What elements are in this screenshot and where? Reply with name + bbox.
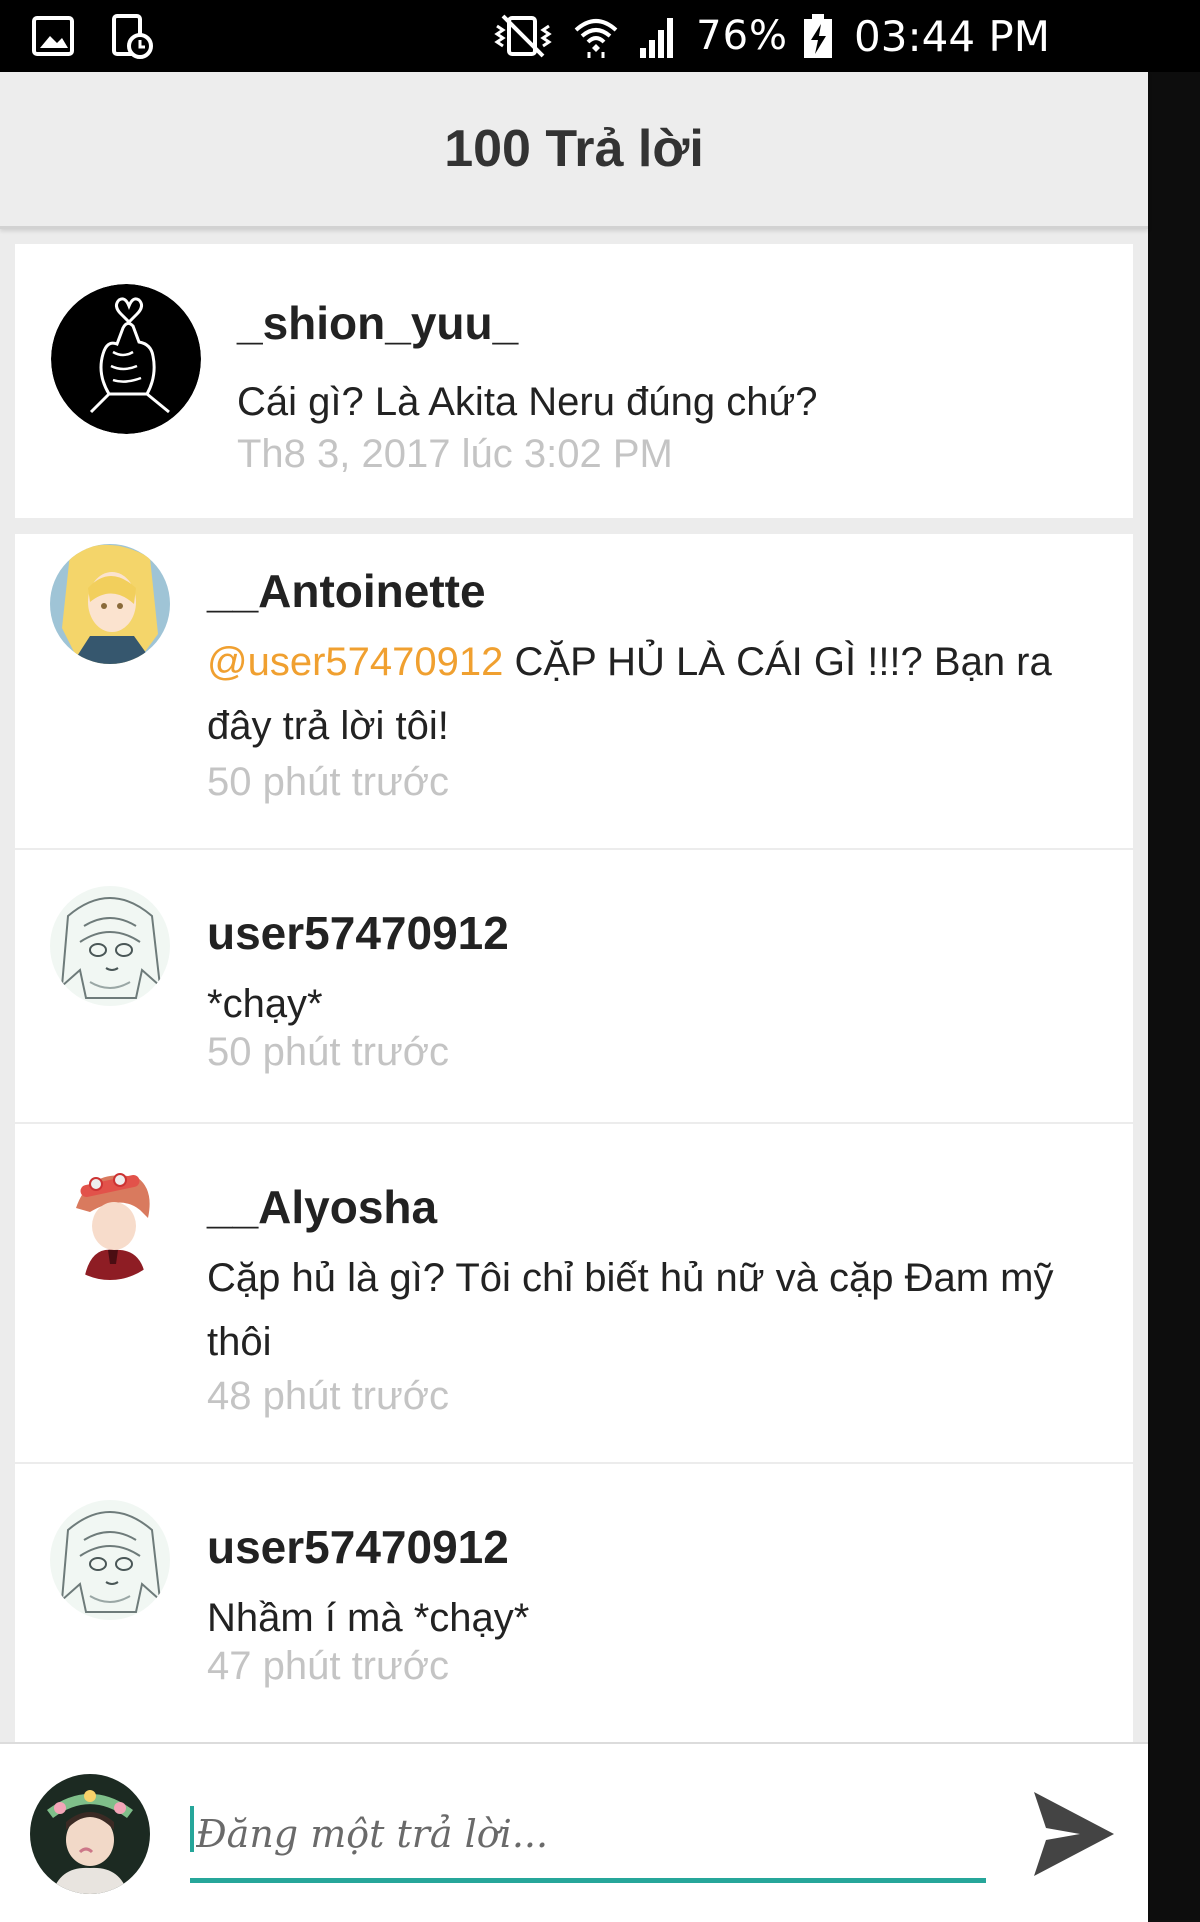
reply-text: Cặp hủ là gì? Tôi chỉ biết hủ nữ và cặp …	[207, 1256, 1054, 1364]
replies-screen: 100 Trả lời _shion_yuu_ Cái gì? Là Akita…	[0, 72, 1148, 1922]
username[interactable]: __Antoinette	[207, 564, 486, 618]
screenshot-clock-icon	[112, 14, 153, 59]
text-cursor	[190, 1806, 194, 1852]
reply-list: __Antoinette @user57470912 CẶP HỦ LÀ CÁI…	[15, 534, 1133, 1812]
vibrate-mute-icon	[494, 14, 552, 58]
username[interactable]: user57470912	[207, 1520, 509, 1574]
battery-percent: 76%	[696, 13, 789, 59]
post-text: Cái gì? Là Akita Neru đúng chứ?	[237, 380, 818, 424]
reply-input[interactable]	[196, 1792, 986, 1876]
mention-link[interactable]: @user57470912	[207, 640, 503, 684]
right-edge	[1148, 72, 1200, 1920]
my-avatar[interactable]	[30, 1774, 150, 1894]
compose-bar	[0, 1742, 1148, 1922]
app-header: 100 Trả lời	[0, 72, 1148, 229]
avatar[interactable]	[50, 1160, 170, 1280]
signal-icon	[640, 18, 674, 58]
parent-post[interactable]: _shion_yuu_ Cái gì? Là Akita Neru đúng c…	[15, 244, 1133, 518]
username[interactable]: _shion_yuu_	[237, 296, 518, 350]
wifi-icon	[574, 19, 618, 58]
timestamp: 47 phút trước	[207, 1644, 450, 1688]
avatar[interactable]	[50, 1500, 170, 1620]
reply-item[interactable]: __Antoinette @user57470912 CẶP HỦ LÀ CÁI…	[15, 534, 1133, 850]
timestamp: 50 phút trước	[207, 760, 450, 804]
gallery-icon	[32, 16, 74, 56]
reply-text: Nhầm í mà *chạy*	[207, 1596, 530, 1640]
username[interactable]: user57470912	[207, 906, 509, 960]
timestamp: Th8 3, 2017 lúc 3:02 PM	[237, 432, 673, 476]
status-bar: 76% 03:44 PM	[0, 0, 1200, 72]
avatar[interactable]	[50, 886, 170, 1006]
send-icon[interactable]	[1030, 1784, 1118, 1884]
input-underline	[190, 1878, 986, 1883]
timestamp: 48 phút trước	[207, 1374, 450, 1418]
reply-text: @user57470912 CẶP HỦ LÀ CÁI GÌ !!!? Bạn …	[207, 630, 1117, 758]
page-title: 100 Trả lời	[444, 120, 704, 178]
reply-text: *chạy*	[207, 982, 323, 1026]
timestamp: 50 phút trước	[207, 1030, 450, 1074]
reply-input-field[interactable]	[190, 1792, 986, 1884]
battery-charging-icon	[804, 14, 833, 58]
username[interactable]: __Alyosha	[207, 1180, 437, 1234]
reply-item[interactable]: user57470912 *chạy* 50 phút trước	[15, 850, 1133, 1124]
avatar[interactable]	[50, 544, 170, 664]
clock: 03:44 PM	[854, 11, 1050, 61]
avatar[interactable]	[51, 284, 201, 434]
reply-item[interactable]: __Alyosha Cặp hủ là gì? Tôi chỉ biết hủ …	[15, 1124, 1133, 1464]
